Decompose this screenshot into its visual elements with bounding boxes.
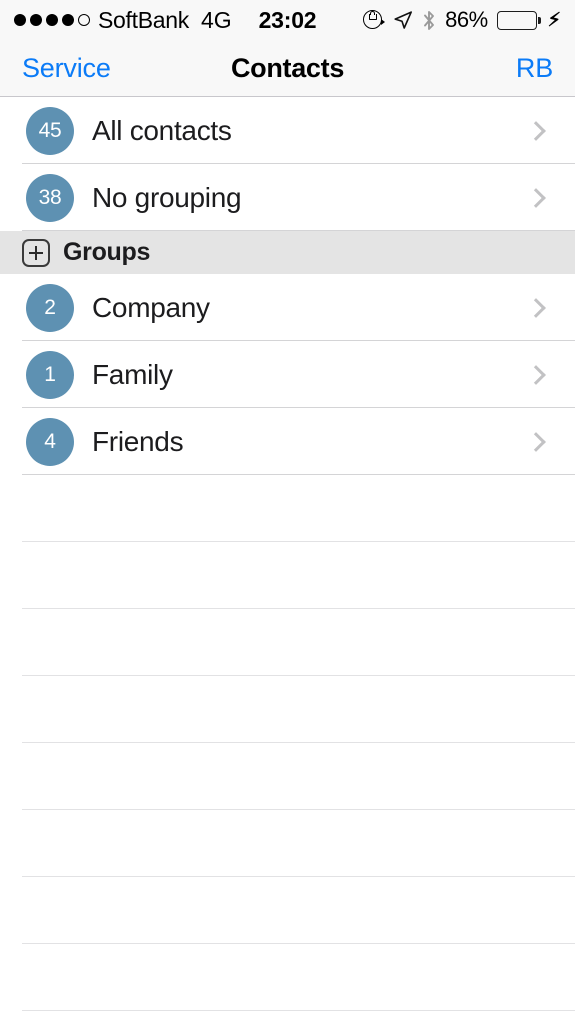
status-bar-right: 86% ⚡︎ xyxy=(363,7,561,33)
list-item-label: No grouping xyxy=(92,181,242,213)
account-button[interactable]: RB xyxy=(516,53,553,84)
list-item-no-grouping[interactable]: 38 No grouping xyxy=(0,164,575,231)
battery-icon xyxy=(496,10,541,30)
bluetooth-icon xyxy=(422,10,436,31)
chevron-right-icon xyxy=(519,164,553,231)
status-bar: SoftBank 4G 23:02 86% ⚡︎ xyxy=(0,0,575,40)
list-item-label: All contacts xyxy=(92,114,232,146)
empty-list-row xyxy=(0,609,575,676)
list-item-all-contacts[interactable]: 45 All contacts xyxy=(0,97,575,164)
count-badge: 38 xyxy=(26,173,74,222)
status-bar-left: SoftBank 4G xyxy=(14,7,232,34)
chevron-right-icon xyxy=(519,341,553,408)
location-arrow-icon xyxy=(393,10,413,30)
count-badge: 4 xyxy=(26,417,74,466)
list-item-friends[interactable]: 4 Friends xyxy=(0,408,575,475)
empty-list-row xyxy=(0,743,575,810)
empty-list-row xyxy=(0,810,575,877)
chevron-right-icon xyxy=(519,274,553,341)
list-item-family[interactable]: 1 Family xyxy=(0,341,575,408)
chevron-right-icon xyxy=(519,97,553,164)
network-type-label: 4G xyxy=(200,6,232,33)
count-badge: 45 xyxy=(26,106,74,155)
list-item-label: Company xyxy=(92,291,210,323)
empty-list-row xyxy=(0,542,575,609)
section-header-groups: Groups xyxy=(0,231,575,274)
empty-list-row xyxy=(0,944,575,1011)
count-badge: 2 xyxy=(26,283,74,332)
empty-list-row xyxy=(0,475,575,542)
battery-percent-label: 86% xyxy=(445,7,488,32)
rotation-lock-icon xyxy=(363,9,386,31)
contacts-list: 45 All contacts 38 No grouping Groups 2 … xyxy=(0,97,575,1011)
contacts-screen: SoftBank 4G 23:02 86% ⚡︎ Service Contact… xyxy=(0,0,575,1021)
empty-list-row xyxy=(0,676,575,743)
carrier-label: SoftBank xyxy=(98,6,189,33)
empty-list-row xyxy=(0,877,575,944)
list-item-label: Family xyxy=(92,358,173,390)
list-item-company[interactable]: 2 Company xyxy=(0,274,575,341)
lightning-bolt-icon: ⚡︎ xyxy=(547,9,561,31)
back-button[interactable]: Service xyxy=(22,53,111,84)
empty-rows-area xyxy=(0,475,575,1011)
section-header-label: Groups xyxy=(63,238,151,266)
clock-label: 23:02 xyxy=(258,6,317,33)
signal-strength-icon xyxy=(14,14,90,26)
count-badge: 1 xyxy=(26,350,74,399)
plus-square-icon[interactable] xyxy=(22,238,50,267)
navigation-bar: Service Contacts RB xyxy=(0,40,575,97)
list-item-label: Friends xyxy=(92,425,184,457)
chevron-right-icon xyxy=(519,408,553,475)
